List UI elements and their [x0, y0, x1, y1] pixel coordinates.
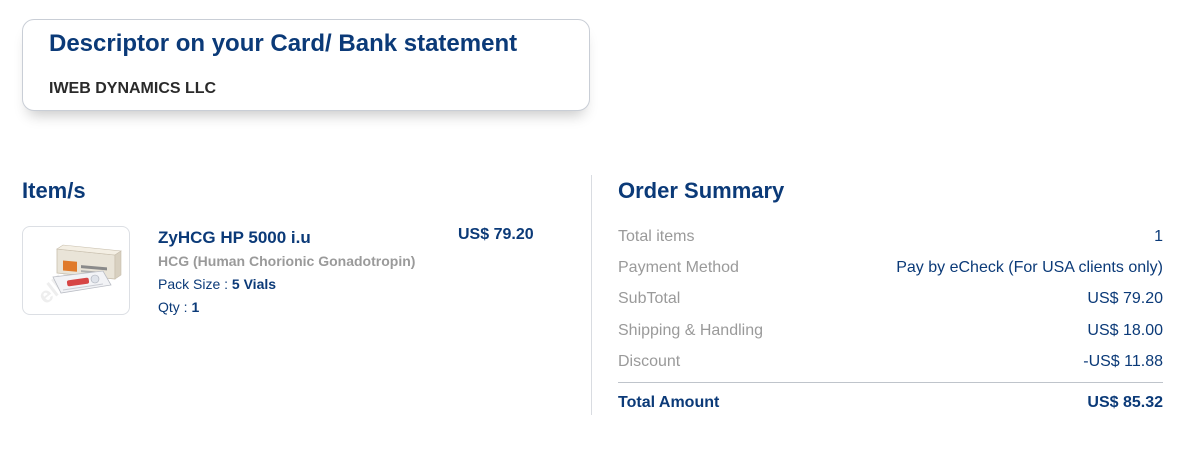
- summary-row-subtotal: SubTotal US$ 79.20: [618, 290, 1163, 312]
- total-amount-label: Total Amount: [618, 394, 720, 411]
- qty-label: Qty :: [158, 299, 188, 315]
- descriptor-title: Descriptor on your Card/ Bank statement: [49, 30, 518, 57]
- summary-divider: [618, 382, 1163, 383]
- summary-row-total-items: Total items 1: [618, 228, 1163, 250]
- summary-row-shipping: Shipping & Handling US$ 18.00: [618, 322, 1163, 344]
- order-summary-heading: Order Summary: [618, 178, 785, 203]
- column-divider: [591, 175, 592, 415]
- pack-size-value: 5 Vials: [231, 276, 277, 292]
- summary-value: US$ 79.20: [1087, 290, 1163, 307]
- product-quantity: Qty : 1: [158, 299, 199, 315]
- product-name[interactable]: ZyHCG HP 5000 i.u: [158, 228, 311, 248]
- product-generic-name: HCG (Human Chorionic Gonadotropin): [158, 253, 416, 269]
- summary-value: Pay by eCheck (For USA clients only): [896, 259, 1163, 276]
- summary-value: US$ 18.00: [1087, 322, 1163, 339]
- total-amount-value: US$ 85.32: [1087, 394, 1163, 411]
- descriptor-card: Descriptor on your Card/ Bank statement …: [22, 19, 590, 111]
- descriptor-value: IWEB DYNAMICS LLC: [49, 80, 217, 97]
- summary-label: Payment Method: [618, 259, 739, 276]
- items-heading: Item/s: [22, 178, 86, 203]
- summary-label: Total items: [618, 228, 695, 245]
- summary-row-discount: Discount -US$ 11.88: [618, 353, 1163, 375]
- summary-value: 1: [1154, 228, 1163, 245]
- summary-label: Discount: [618, 353, 681, 370]
- summary-row-payment-method: Payment Method Pay by eCheck (For USA cl…: [618, 259, 1163, 281]
- summary-row-total-amount: Total Amount US$ 85.32: [618, 394, 1163, 416]
- product-image[interactable]: ellitech: [22, 226, 130, 315]
- summary-label: SubTotal: [618, 290, 681, 307]
- product-price: US$ 79.20: [458, 226, 534, 243]
- medicine-box-icon: [52, 244, 122, 294]
- pack-size-label: Pack Size :: [158, 276, 229, 292]
- qty-value: 1: [191, 299, 200, 315]
- summary-label: Shipping & Handling: [618, 322, 763, 339]
- summary-value: -US$ 11.88: [1083, 353, 1163, 370]
- product-pack-size: Pack Size : 5 Vials: [158, 276, 276, 292]
